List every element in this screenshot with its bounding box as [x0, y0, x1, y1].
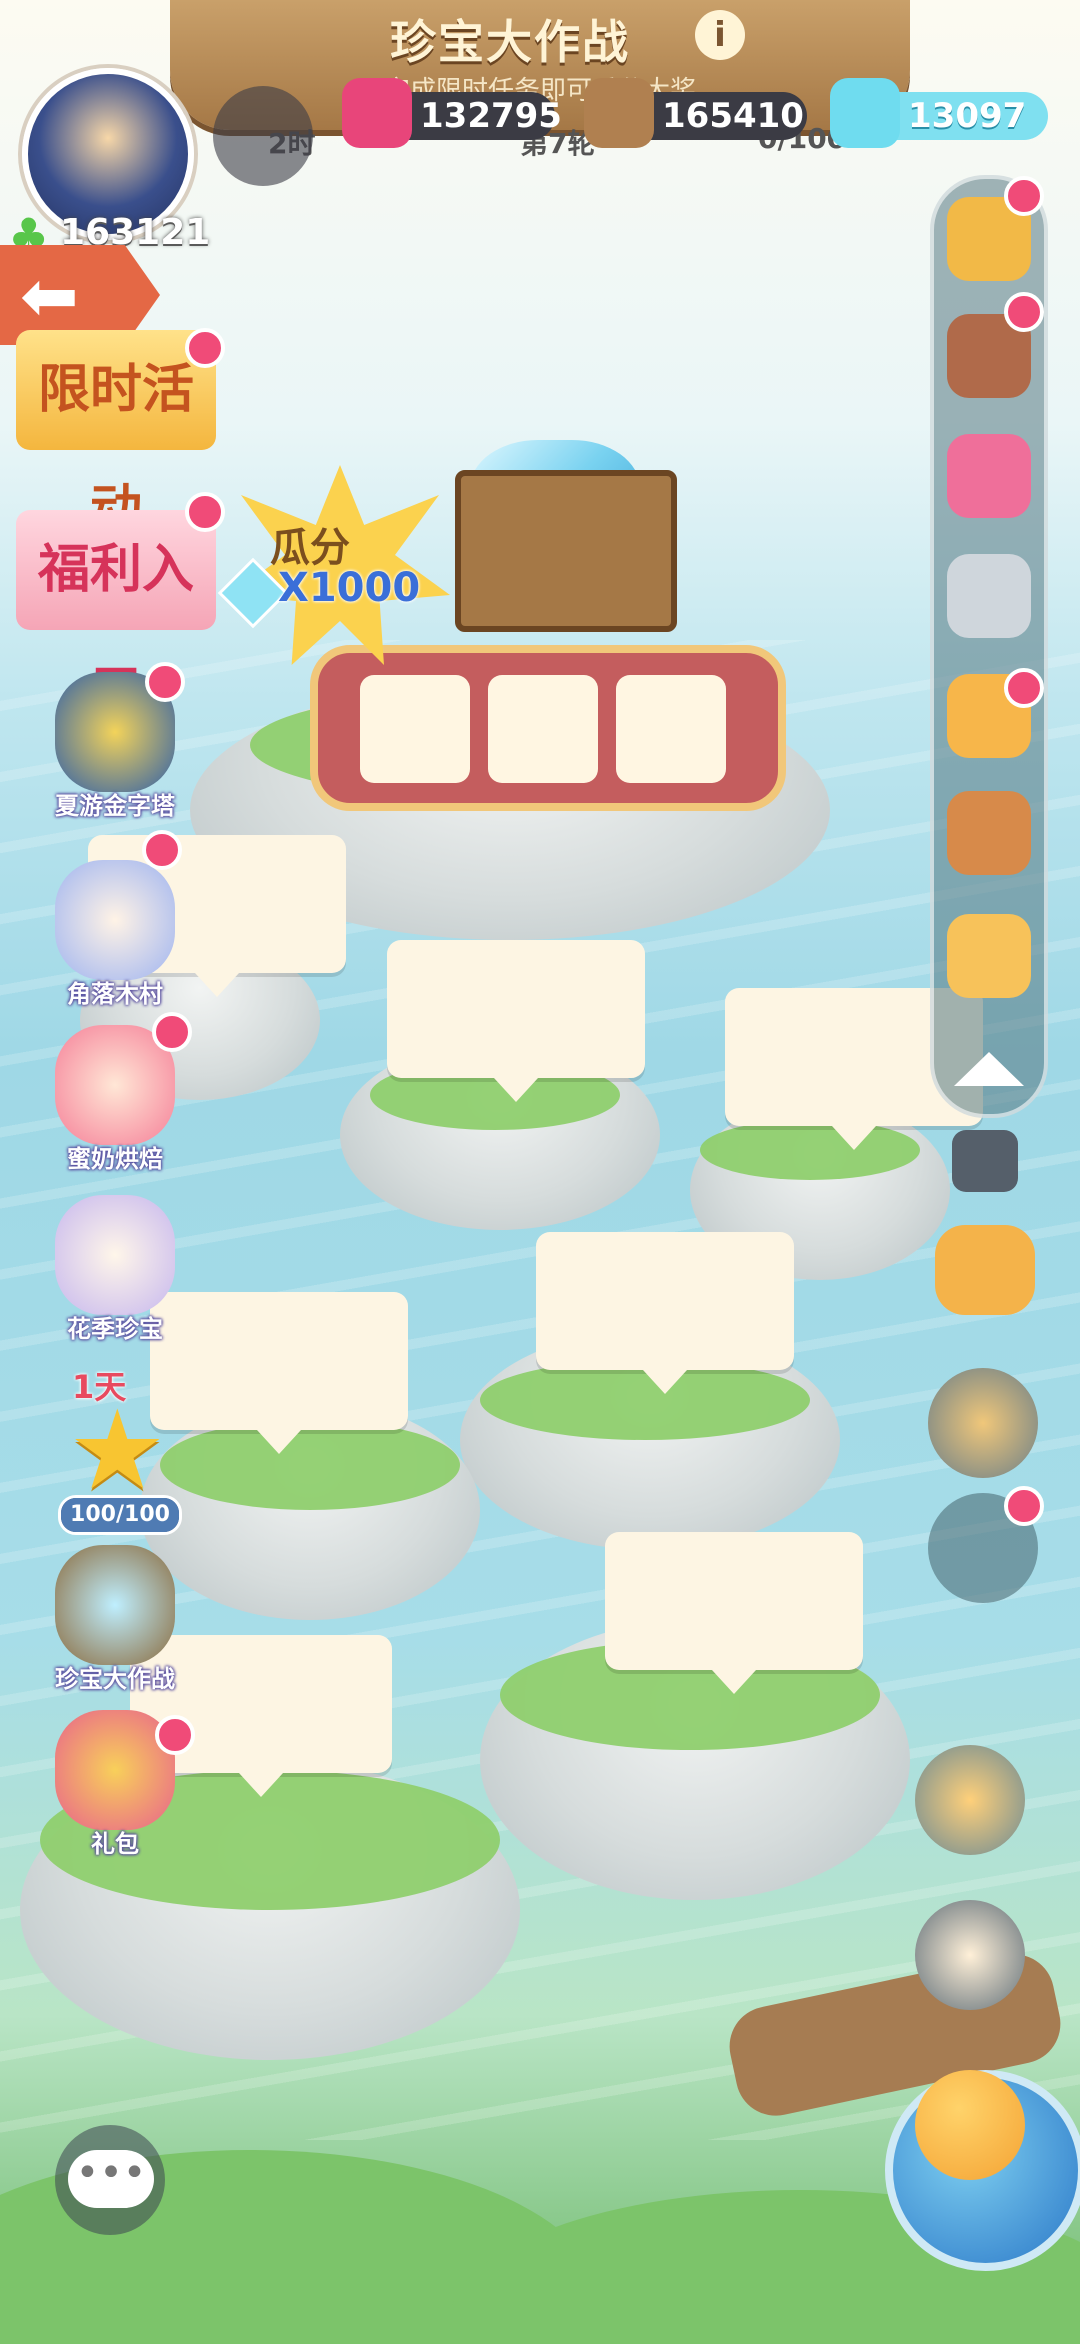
side-item-label: 夏游金字塔 — [55, 792, 175, 820]
chat-bubble-icon: ••• — [68, 2150, 154, 2208]
currency-value: 132795 — [420, 96, 562, 136]
chick-heart-icon[interactable] — [915, 1745, 1025, 1855]
info-icon[interactable]: i — [695, 10, 745, 60]
notification-dot — [155, 1715, 195, 1755]
village-girl-icon — [55, 860, 175, 980]
star-progress-bar: 100/100 — [58, 1495, 182, 1535]
share-amount: X1000 — [278, 565, 421, 611]
task-bubble[interactable] — [536, 1232, 794, 1394]
welfare-button[interactable]: 福利入口 — [16, 510, 216, 720]
notebook-chick-icon[interactable] — [915, 1900, 1025, 2010]
currency-value: 165410 — [662, 96, 804, 136]
side-item-label: 礼包 — [91, 1830, 139, 1858]
moss — [160, 1420, 460, 1510]
notification-dot — [1004, 668, 1044, 708]
notification-dot — [185, 328, 225, 368]
side-item-label: 角落木村 — [67, 980, 163, 1008]
currency-gem[interactable]: 13097 — [830, 78, 1048, 148]
currency-wood[interactable]: 165410 — [584, 78, 807, 148]
notification-dot — [142, 830, 182, 870]
megaphone-icon[interactable] — [213, 86, 313, 186]
side-item-label: 花季珍宝 — [67, 1315, 163, 1343]
star-icon[interactable]: ★ — [68, 1395, 167, 1505]
moss — [700, 1120, 920, 1180]
currency-potion[interactable]: 132795 — [342, 78, 562, 148]
task-bubble[interactable] — [605, 1532, 863, 1694]
side-item-flower-season[interactable]: 花季珍宝 — [40, 1195, 190, 1344]
speaker-chick-icon[interactable] — [947, 554, 1031, 638]
treasure-chest-icon — [55, 1545, 175, 1665]
reward-panel — [310, 645, 786, 811]
game-scene: 瓜分 X1000 珍宝大作战 i 完成限时任务即可瓜分大奖 2时 第7轮 0/1… — [0, 0, 1080, 2344]
side-item-village[interactable]: 角落木村 — [40, 860, 190, 1009]
page-title: 珍宝大作战 — [390, 15, 630, 69]
potion-icon — [342, 78, 412, 148]
task-bubble[interactable] — [387, 940, 645, 1102]
backpack-icon[interactable] — [928, 1368, 1038, 1478]
camera-icon[interactable] — [952, 1130, 1018, 1192]
chick-qa-icon[interactable] — [947, 914, 1031, 998]
winged-chick-icon — [915, 2070, 1025, 2180]
reward-coupon-icon[interactable] — [488, 675, 598, 783]
flower-girl-icon — [55, 1195, 175, 1315]
notification-dot — [1004, 1486, 1044, 1526]
reward-cat-bag-icon[interactable] — [616, 675, 726, 783]
phone-chick-icon[interactable] — [935, 1225, 1035, 1315]
notification-dot — [1004, 176, 1044, 216]
notification-dot — [1004, 292, 1044, 332]
side-item-treasure-battle[interactable]: 珍宝大作战 — [40, 1545, 190, 1694]
treasure-chest-icon[interactable] — [455, 470, 677, 632]
notification-dot — [185, 492, 225, 532]
notification-dot — [152, 1012, 192, 1052]
notification-dot — [145, 662, 185, 702]
wood-log-icon — [584, 78, 654, 148]
side-item-label: 蜜奶烘焙 — [67, 1145, 163, 1173]
reward-ticket-icon[interactable] — [360, 675, 470, 783]
back-arrow-icon: ⬅ — [20, 255, 79, 337]
currency-value: 13097 — [908, 96, 1027, 136]
card-book-icon[interactable] — [947, 434, 1031, 518]
recipe-book-icon[interactable] — [947, 791, 1031, 875]
side-item-label: 珍宝大作战 — [55, 1665, 175, 1693]
gem-plus-icon — [830, 78, 900, 148]
collapse-arrow-icon[interactable] — [954, 1052, 1024, 1086]
star-progress-text: 100/100 — [70, 1502, 170, 1527]
